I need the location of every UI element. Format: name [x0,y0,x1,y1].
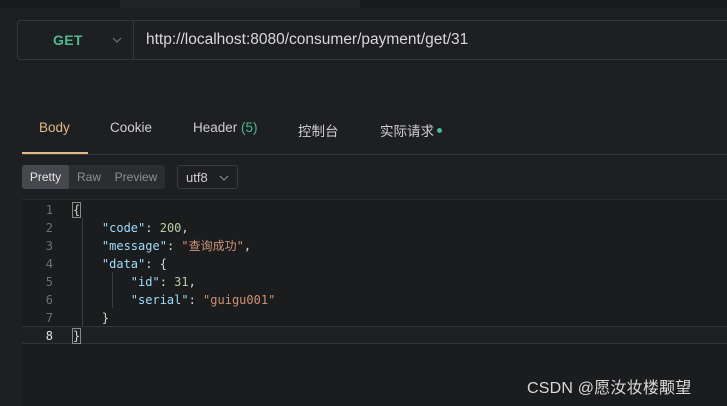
code-text: "code": 200, [73,219,189,237]
json-punct: , [181,221,189,235]
code-text: "message": "查询成功", [73,237,251,255]
json-key: "id" [130,275,160,289]
json-key: "code" [101,221,146,235]
json-key: "serial" [130,293,189,307]
method-label: GET [53,32,83,48]
code-line-current: 8 } [22,326,727,344]
json-brace: } [71,328,82,344]
watermark-text: CSDN @愿汝妆楼颙望 [527,380,692,397]
json-brace: } [101,311,110,325]
code-text: } [73,309,109,327]
code-text: "data": { [73,255,167,273]
json-brace: { [71,202,82,218]
status-dot-icon [437,128,442,133]
json-number: 31 [174,275,189,289]
code-text: { [71,201,82,219]
code-line: 2 "code": 200, [22,219,727,237]
method-select[interactable]: GET [18,21,134,59]
line-number: 2 [45,221,53,235]
request-tab-strip [120,0,360,8]
json-key: "data" [101,257,146,271]
line-number: 1 [45,203,53,217]
code-text: "id": 31, [73,273,196,291]
json-punct: , [188,275,196,289]
view-raw-button[interactable]: Raw [72,165,106,189]
tab-cookie[interactable]: Cookie [110,120,152,135]
chevron-down-icon [219,175,229,181]
code-line: 3 "message": "查询成功", [22,237,727,255]
json-separator: : [188,293,204,307]
code-line: 1 { [22,201,727,219]
line-number: 5 [45,275,53,289]
line-number: 3 [45,239,53,253]
active-tab-indicator [22,152,88,154]
json-separator: : [145,257,160,271]
window-top-strip [0,0,727,8]
json-brace: { [159,257,167,271]
tab-actual-request-label: 实际请求 [380,124,434,139]
tab-body[interactable]: Body [39,120,70,135]
url-input[interactable]: http://localhost:8080/consumer/payment/g… [146,31,468,49]
json-string: "查询成功" [181,239,244,253]
json-separator: : [145,221,160,235]
response-tabs: Body Cookie Header (5) 控制台 实际请求 [22,110,727,155]
encoding-label: utf8 [186,170,208,185]
tab-actual-request[interactable]: 实际请求 [380,120,442,140]
code-text: "serial": "guigu001" [73,291,276,309]
json-separator: : [166,239,182,253]
json-key: "message" [101,239,167,253]
line-number: 4 [45,257,53,271]
code-text: } [71,327,82,345]
tab-header[interactable]: Header (5) [193,120,258,135]
json-number: 200 [159,221,182,235]
json-separator: : [159,275,175,289]
tab-header-label: Header [193,120,242,135]
header-count-badge: (5) [241,120,258,135]
view-mode-toggle: Pretty Raw Preview [22,165,165,189]
encoding-select[interactable]: utf8 [177,165,238,189]
line-number: 6 [45,293,53,307]
json-punct: , [243,239,252,253]
view-preview-button[interactable]: Preview [110,165,162,189]
code-line: 6 "serial": "guigu001" [22,291,727,309]
tab-console[interactable]: 控制台 [298,120,339,140]
line-number: 7 [45,311,53,325]
code-line: 4 "data": { [22,255,727,273]
line-number: 8 [45,329,53,343]
chevron-down-icon [112,37,122,43]
code-line: 7 } [22,309,727,327]
json-string: "guigu001" [203,293,276,307]
request-url-bar: GET http://localhost:8080/consumer/payme… [17,20,727,60]
code-line: 5 "id": 31, [22,273,727,291]
view-pretty-button[interactable]: Pretty [22,165,69,189]
